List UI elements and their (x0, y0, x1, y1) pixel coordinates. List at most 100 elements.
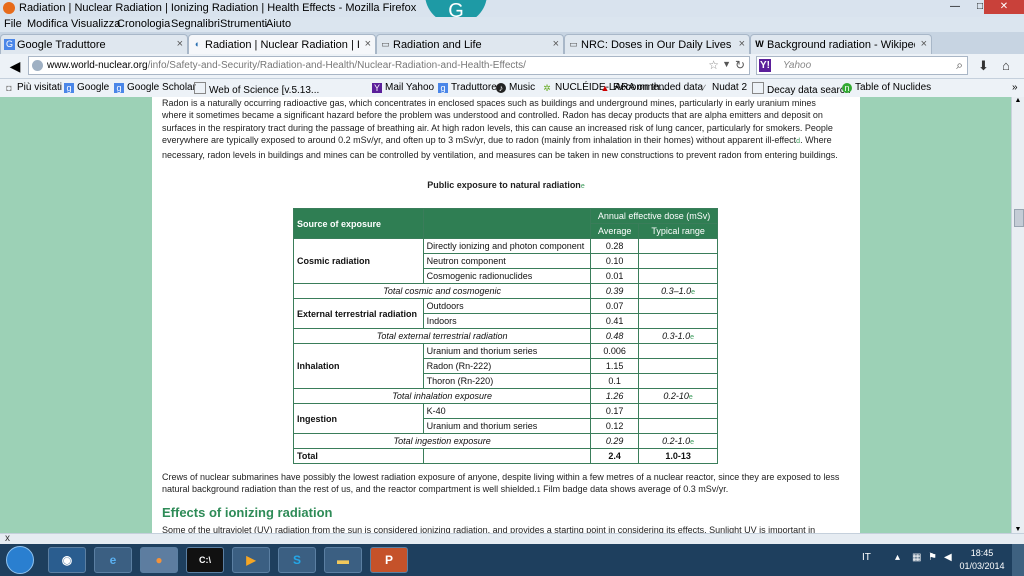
bookmark-web-of-science[interactable]: Web of Science [v.5.13... (194, 82, 319, 96)
wikipedia-icon: W (755, 39, 764, 49)
network-icon[interactable]: ▦ (912, 552, 921, 563)
tab-google-traduttore[interactable]: G Google Traduttore × (0, 34, 188, 54)
tab-close-icon[interactable]: × (177, 38, 183, 50)
tab-close-icon[interactable]: × (365, 38, 371, 50)
tab-close-icon[interactable]: × (921, 38, 927, 50)
total-label: Total external terrestrial radiation (292, 328, 592, 344)
menu-cronologia[interactable]: Cronologia (117, 18, 170, 30)
google-translate-icon: g (438, 83, 448, 93)
menu-file[interactable]: File (4, 18, 22, 30)
close-icon[interactable]: x (5, 533, 10, 544)
bookmarks-overflow-chevron-icon[interactable]: » (1012, 82, 1018, 93)
media-player-icon[interactable]: ▶ (232, 547, 270, 573)
download-icon[interactable]: ⬇ (978, 58, 989, 74)
grand-total-average: 2.4 (590, 448, 640, 464)
total-average: 1.26 (590, 388, 640, 404)
address-bar[interactable]: www.world-nuclear.org/info/Safety-and-Se… (28, 56, 750, 75)
row-average: 0.41 (590, 313, 640, 329)
tab-nrc-doses[interactable]: ▭ NRC: Doses in Our Daily Lives × (564, 34, 750, 54)
tab-label: NRC: Doses in Our Daily Lives (581, 39, 732, 51)
menu-aiuto[interactable]: Aiuto (266, 18, 291, 30)
bookmark-star-icon[interactable]: ☆ (708, 58, 719, 72)
terminal-icon[interactable]: C:\ (186, 547, 224, 573)
total-label: Total inhalation exposure (292, 388, 592, 404)
bookmark-nudat-2[interactable]: ∕ Nudat 2 (699, 82, 747, 93)
total-range: 0.3–1.0e (638, 283, 718, 299)
tab-close-icon[interactable]: × (739, 38, 745, 50)
back-arrow-icon[interactable]: ◀ (6, 57, 24, 75)
exposure-table: Source of exposure Annual effective dose… (292, 208, 718, 464)
powerpoint-icon[interactable]: P (370, 547, 408, 573)
firefox-icon[interactable]: ● (140, 547, 178, 573)
radon-paragraph: Radon is a naturally occurring radioacti… (162, 98, 838, 160)
tray-chevron-icon[interactable]: ▴ (895, 552, 900, 563)
tab-label: Radiation | Nuclear Radiation | Ionizin.… (205, 39, 359, 51)
bookmark-music[interactable]: ♪ Music (496, 82, 535, 93)
search-box[interactable]: Y! Yahoo ⌕ (756, 56, 968, 75)
bookmark-decay-data-search[interactable]: Decay data search (752, 82, 850, 96)
bookmark-piu-visitati[interactable]: ◘ Più visitati (4, 82, 62, 93)
row-average: 0.07 (590, 298, 640, 314)
file-explorer-icon[interactable]: ▬ (324, 547, 362, 573)
clock[interactable]: 18:45 01/03/2014 (958, 547, 1006, 573)
row-label: Uranium and thorium series (422, 418, 592, 434)
atom-icon: ✲ (543, 83, 551, 93)
row-range (638, 313, 718, 329)
minimize-button[interactable]: — (943, 0, 967, 14)
row-range (638, 238, 718, 254)
menu-bar: File Modifica Visualizza Cronologia Segn… (0, 17, 1024, 32)
menu-strumenti[interactable]: Strumenti (220, 18, 267, 30)
outlook-icon[interactable]: ◉ (48, 547, 86, 573)
bookmark-traduttore[interactable]: g Traduttore (438, 82, 497, 93)
skype-icon[interactable]: S (278, 547, 316, 573)
internet-explorer-icon[interactable]: e (94, 547, 132, 573)
bookmark-table-of-nuclides[interactable]: n Table of Nuclides (842, 82, 931, 93)
row-average: 0.28 (590, 238, 640, 254)
chevron-down-icon[interactable]: ▼ (722, 59, 731, 69)
bookmark-mail-yahoo[interactable]: Y Mail Yahoo (372, 82, 434, 93)
total-label: Total ingestion exposure (292, 433, 592, 449)
scroll-up-icon[interactable]: ▲ (1012, 97, 1024, 104)
menu-visualizza[interactable]: Visualizza (71, 18, 120, 30)
row-range (638, 358, 718, 374)
bookmark-recommended-data[interactable]: ▲ Recommended data (600, 82, 704, 93)
warning-icon: ▲ (600, 83, 610, 93)
tab-background-radiation[interactable]: W Background radiation - Wikipedia, th..… (750, 34, 932, 54)
scroll-down-icon[interactable]: ▼ (1012, 526, 1024, 533)
tab-close-icon[interactable]: × (553, 38, 559, 50)
tab-label: Radiation and Life (393, 39, 482, 51)
header-blank (422, 208, 592, 239)
menu-segnalibri[interactable]: Segnalibri (171, 18, 220, 30)
row-label: Indoors (422, 313, 592, 329)
row-average: 0.17 (590, 403, 640, 419)
volume-icon[interactable]: ◀ (944, 552, 952, 563)
table-title: Public exposure to natural radiatione (427, 180, 585, 190)
google-icon: g (114, 83, 124, 93)
table-total-row: Total cosmic and cosmogenic 0.39 0.3–1.0… (292, 283, 718, 299)
home-icon[interactable]: ⌂ (1002, 58, 1010, 73)
tab-radiation-nuclear[interactable]: ◐ Radiation | Nuclear Radiation | Ionizi… (188, 34, 376, 54)
flag-icon[interactable]: ⚑ (928, 552, 937, 563)
close-window-button[interactable]: ✕ (984, 0, 1024, 14)
menu-modifica[interactable]: Modifica (27, 18, 68, 30)
row-label: Cosmogenic radionuclides (422, 268, 592, 284)
start-button[interactable] (6, 546, 34, 574)
bookmark-google[interactable]: g Google (64, 82, 109, 93)
table-row: Cosmic radiation Directly ionizing and p… (293, 238, 718, 284)
row-average: 0.10 (590, 253, 640, 269)
scrollbar-thumb[interactable] (1014, 209, 1024, 227)
row-label: K-40 (422, 403, 592, 419)
reload-icon[interactable]: ↻ (735, 58, 745, 72)
submarine-paragraph: Crews of nuclear submarines have possibl… (162, 472, 840, 495)
vertical-scrollbar[interactable]: ▲ ▼ (1011, 97, 1024, 533)
row-average: 0.01 (590, 268, 640, 284)
row-label: Outdoors (422, 298, 592, 314)
nrc-icon: ▭ (569, 39, 578, 49)
language-indicator[interactable]: IT (862, 552, 871, 563)
bookmark-google-scholar[interactable]: g Google Scholar (114, 82, 196, 93)
search-icon[interactable]: ⌕ (956, 58, 963, 73)
tab-radiation-and-life[interactable]: ▭ Radiation and Life × (376, 34, 564, 54)
section-heading: Effects of ionizing radiation (162, 505, 333, 520)
page-viewport: Radon is a naturally occurring radioacti… (0, 97, 1011, 533)
show-desktop-button[interactable] (1012, 544, 1024, 576)
